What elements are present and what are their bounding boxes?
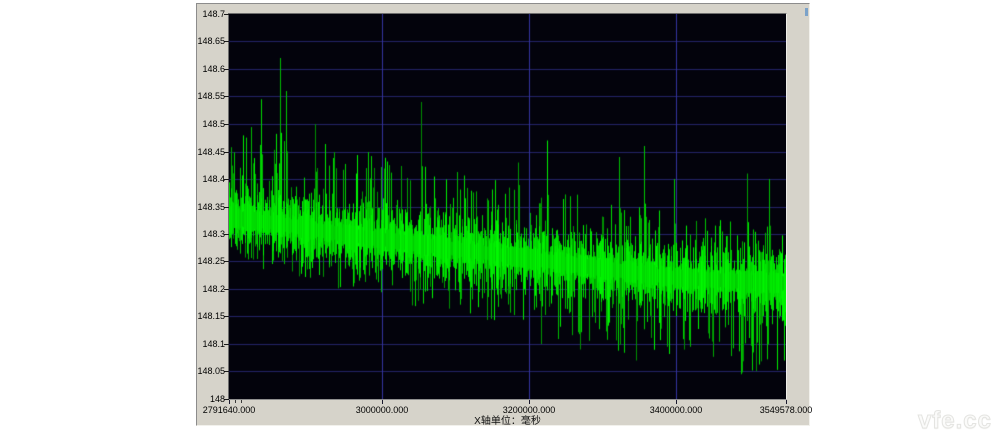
- x-tick-mark: [676, 400, 677, 404]
- x-axis-unit-label: X轴单位：毫秒: [228, 412, 787, 427]
- x-tick-mark: [529, 400, 530, 404]
- y-tick-label: 148.55: [197, 92, 225, 101]
- y-tick-label: 148: [197, 395, 225, 404]
- x-minor-tick-mark: [241, 400, 242, 403]
- y-tick-label: 148.6: [197, 65, 225, 74]
- y-tick-label: 148.35: [197, 203, 225, 212]
- x-tick-mark: [382, 400, 383, 404]
- y-tick-label: 148.65: [197, 37, 225, 46]
- y-tick-label: 148.5: [197, 120, 225, 129]
- y-tick-label: 148.2: [197, 285, 225, 294]
- x-minor-tick-mark: [235, 400, 236, 403]
- chart-widget: 148.7 148.65 148.6 148.55 148.5 148.45 148.4 14…: [196, 3, 810, 426]
- y-tick-label: 148.3: [197, 230, 225, 239]
- y-tick-label: 148.4: [197, 175, 225, 184]
- y-tick-label: 148.15: [197, 312, 225, 321]
- watermark: vfe.cc: [918, 407, 992, 435]
- y-tick-label: 148.25: [197, 257, 225, 266]
- y-tick-label: 148.05: [197, 367, 225, 376]
- x-tick-mark: [229, 400, 230, 404]
- y-tick-label: 148.7: [197, 10, 225, 19]
- x-tick-mark: [786, 400, 787, 404]
- signal-trace-canvas: [229, 14, 786, 399]
- y-tick-label: 148.1: [197, 340, 225, 349]
- corner-mark-icon: [805, 8, 808, 16]
- y-tick-label: 148.45: [197, 148, 225, 157]
- plot-area: [228, 13, 787, 400]
